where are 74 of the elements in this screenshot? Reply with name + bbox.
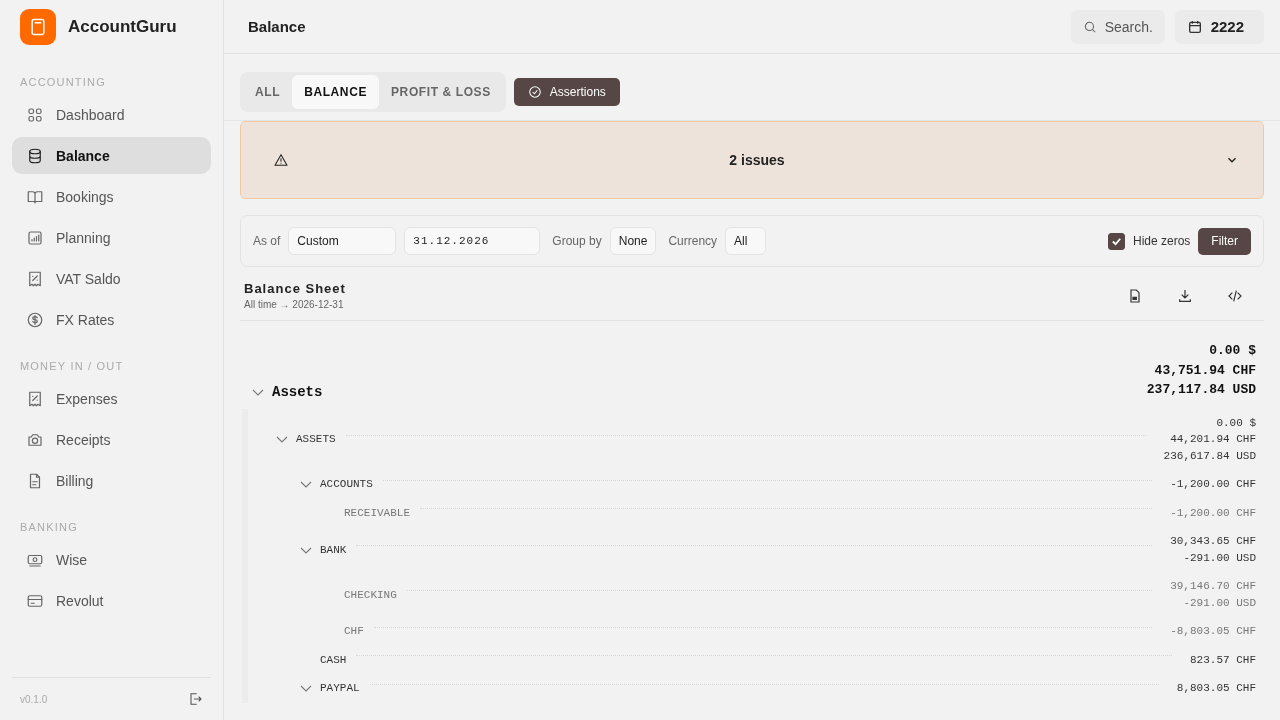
check-icon — [1110, 235, 1122, 247]
section-title: MONEY IN / OUT — [19, 359, 125, 374]
amount: -291.00 USD — [1183, 595, 1256, 611]
check-circle-icon — [527, 85, 542, 99]
checkbox-label: Hide zeros — [1132, 234, 1191, 248]
sidebar-item[interactable]: Receipts — [12, 421, 211, 458]
logout-icon[interactable] — [187, 691, 203, 707]
date-field[interactable]: 31.12.2026 — [404, 227, 541, 255]
currency-select[interactable]: All — [725, 227, 767, 255]
receipt-icon — [26, 389, 44, 408]
sidebar-item[interactable]: Billing — [12, 462, 211, 499]
issues-count: 2 issues — [728, 152, 786, 168]
amount: -1,200.00 CHF — [1170, 505, 1256, 521]
amount: 0.00 $ — [1216, 415, 1256, 431]
database-icon — [26, 146, 44, 165]
amount: 8,803.05 CHF — [1176, 681, 1256, 696]
section-title: ACCOUNTING — [19, 75, 107, 90]
amount: 0.00 $ — [1209, 342, 1256, 360]
amount: -8,803.05 CHF — [1170, 624, 1256, 639]
dollar-icon — [26, 310, 44, 329]
account-name: RECEIVABLE — [344, 506, 410, 519]
sidebar-item[interactable]: Planning — [12, 219, 211, 256]
sidebar-item[interactable]: VAT Saldo — [12, 260, 211, 297]
account-name: CASH — [320, 653, 347, 666]
tab[interactable]: BALANCE — [292, 75, 379, 109]
account-name: CHF — [344, 625, 364, 638]
amount: 30,343.65 CHF — [1170, 534, 1256, 549]
sidebar-item[interactable]: Expenses — [12, 380, 211, 417]
assertions-button[interactable]: Assertions — [513, 78, 620, 106]
account-name: PAYPAL — [320, 682, 360, 695]
version-label: v0.1.0 — [20, 693, 48, 705]
sidebar-item[interactable]: Dashboard — [12, 96, 211, 133]
amount: 237,117.84 USD — [1146, 381, 1256, 399]
section-title: BANKING — [19, 520, 79, 535]
search-icon — [1082, 19, 1097, 34]
issues-banner[interactable]: 2 issues — [240, 121, 1264, 199]
report-period: All time → 2026-12-31 — [244, 299, 345, 310]
sidebar-item[interactable]: FX Rates — [12, 301, 211, 338]
field-label: Group by — [552, 234, 602, 248]
sidebar-item[interactable]: Balance — [12, 137, 211, 174]
page-title: Balance — [248, 18, 307, 35]
account-name: CHECKING — [344, 588, 397, 601]
account-name: BANK — [320, 543, 347, 556]
field-label: As of — [253, 234, 281, 248]
tab[interactable]: PROFIT & LOSS — [379, 75, 503, 109]
checkbox[interactable] — [1107, 232, 1125, 250]
chart-icon — [26, 228, 44, 247]
app-name: AccountGuru — [68, 17, 177, 37]
receipt-icon — [26, 269, 44, 288]
year-button[interactable]: 2222 — [1174, 9, 1264, 44]
filter-button[interactable]: Filter — [1198, 227, 1251, 255]
amount: -291.00 USD — [1183, 550, 1256, 566]
calendar-icon — [1186, 18, 1203, 35]
amount: 236,617.84 USD — [1163, 448, 1256, 464]
grid-icon — [26, 105, 44, 124]
group-by-select[interactable]: None — [609, 227, 657, 255]
sidebar-item[interactable]: Bookings — [12, 178, 211, 215]
account-name: Assets — [272, 383, 323, 400]
amount: 39,146.70 CHF — [1170, 579, 1256, 594]
account-name: ASSETS — [296, 433, 336, 446]
report-title: Balance Sheet — [244, 281, 347, 296]
sidebar-item[interactable]: Wise — [12, 541, 211, 578]
amount: -1,200.00 CHF — [1170, 477, 1256, 492]
amount: 43,751.94 CHF — [1154, 361, 1256, 380]
warning-icon — [273, 152, 289, 168]
account-name: ACCOUNTS — [320, 478, 373, 491]
sidebar-item[interactable]: Revolut — [12, 582, 211, 619]
as-of-select[interactable]: Custom — [288, 227, 397, 255]
calculator-icon — [20, 9, 56, 45]
search-field[interactable]: Search. — [1070, 9, 1165, 44]
tab[interactable]: ALL — [243, 75, 293, 109]
amount: 823.57 CHF — [1190, 652, 1256, 668]
field-label: Currency — [668, 234, 718, 248]
amount: 44,201.94 CHF — [1170, 432, 1256, 447]
